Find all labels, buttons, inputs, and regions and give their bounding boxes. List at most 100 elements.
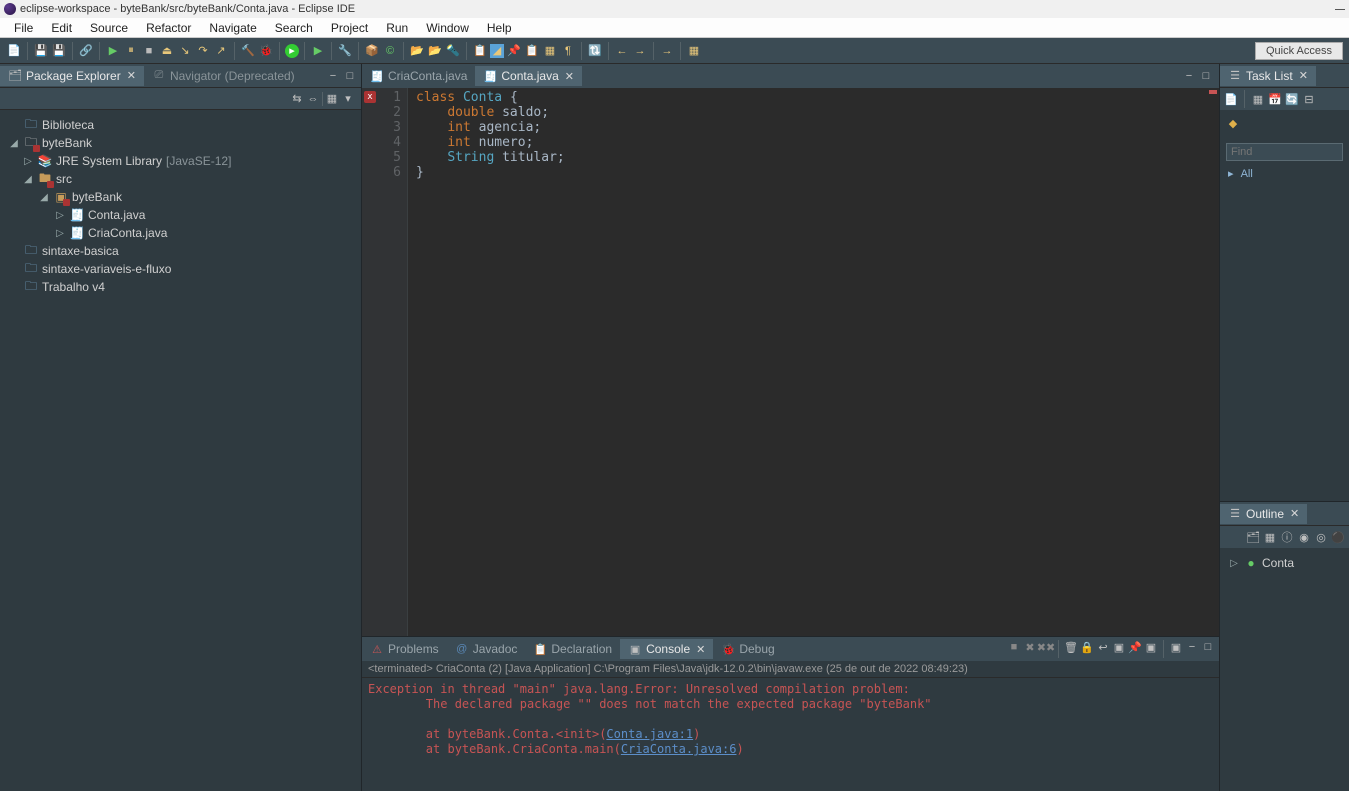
annotation-icon[interactable]: 📋: [472, 43, 488, 59]
new-class-icon[interactable]: ©: [382, 43, 398, 59]
save-icon[interactable]: 💾: [33, 43, 49, 59]
refresh-icon[interactable]: 🔃: [587, 43, 603, 59]
focus-icon[interactable]: ⚫: [1331, 530, 1345, 544]
toggle-breadcrumb-icon[interactable]: 🔗: [78, 43, 94, 59]
clear-console-icon[interactable]: 🗑: [1064, 640, 1078, 654]
stacktrace-link-criaconta[interactable]: CriaConta.java:6: [621, 742, 737, 756]
scroll-lock-icon[interactable]: 🔒: [1080, 640, 1094, 654]
menu-file[interactable]: File: [6, 20, 41, 36]
menu-project[interactable]: Project: [323, 20, 376, 36]
coverage-icon[interactable]: ▶: [310, 43, 326, 59]
tab-problems[interactable]: ⚠Problems: [362, 639, 447, 659]
tab-debug[interactable]: 🐞Debug: [713, 639, 782, 659]
close-icon[interactable]: ✕: [565, 70, 574, 83]
word-wrap-icon[interactable]: ↩: [1096, 640, 1110, 654]
task-icon[interactable]: 📋: [524, 43, 540, 59]
editor-tab-conta[interactable]: 🧾 Conta.java ✕: [475, 66, 582, 86]
maximize-icon[interactable]: □: [343, 69, 357, 83]
view-menu-icon[interactable]: ▾: [341, 92, 355, 106]
collapse-icon[interactable]: ⊟: [1302, 92, 1316, 106]
tree-item-biblioteca[interactable]: 🗀Biblioteca: [4, 116, 357, 134]
open-console-icon[interactable]: ▣: [1169, 640, 1183, 654]
step-into-icon[interactable]: ↘: [177, 43, 193, 59]
outline-item-conta[interactable]: ▷ ● Conta: [1224, 554, 1345, 572]
error-marker-icon[interactable]: x: [364, 91, 376, 103]
filter-icon[interactable]: ¶: [560, 43, 576, 59]
tab-package-explorer[interactable]: 🗂 Package Explorer ✕: [0, 66, 144, 86]
back-icon[interactable]: ←: [614, 43, 630, 59]
menu-run[interactable]: Run: [378, 20, 416, 36]
layout-icon[interactable]: ▦: [542, 43, 558, 59]
step-over-icon[interactable]: ↷: [195, 43, 211, 59]
debug-stop-icon[interactable]: ■: [141, 43, 157, 59]
tree-item-bytebank[interactable]: ◢🗀byteBank: [4, 134, 357, 152]
minimize-icon[interactable]: −: [326, 69, 340, 83]
code-content[interactable]: class Conta { double saldo; int agencia;…: [408, 88, 1209, 636]
menu-help[interactable]: Help: [479, 20, 520, 36]
tab-declaration[interactable]: 📋Declaration: [525, 639, 620, 659]
menu-source[interactable]: Source: [82, 20, 136, 36]
display-selected-icon[interactable]: ▣: [1144, 640, 1158, 654]
close-icon[interactable]: ✕: [1299, 69, 1308, 82]
categorize-icon[interactable]: ▦: [1251, 92, 1265, 106]
debug-disconnect-icon[interactable]: ⏏: [159, 43, 175, 59]
new-icon[interactable]: 📄: [6, 43, 22, 59]
sort-icon[interactable]: 🗂: [1246, 530, 1260, 544]
error-overview-icon[interactable]: [1209, 90, 1217, 94]
schedule-icon[interactable]: 📅: [1268, 92, 1282, 106]
tree-item-jre[interactable]: ▷📚JRE System Library [JavaSE-12]: [4, 152, 357, 170]
hide-static-icon[interactable]: ⓘ: [1280, 530, 1294, 544]
find-input[interactable]: [1231, 146, 1281, 158]
maximize-icon[interactable]: □: [1199, 69, 1213, 83]
task-working-set-icon[interactable]: ◆: [1226, 117, 1240, 131]
remove-launch-icon[interactable]: ✖: [1023, 640, 1037, 654]
nav-forward-icon[interactable]: →: [659, 43, 675, 59]
show-console-icon[interactable]: ▣: [1112, 640, 1126, 654]
tab-navigator[interactable]: ⎚ Navigator (Deprecated): [144, 66, 303, 86]
find-task-box[interactable]: [1226, 143, 1343, 161]
remove-all-icon[interactable]: ✖✖: [1039, 640, 1053, 654]
console-output[interactable]: Exception in thread "main" java.lang.Err…: [362, 678, 1219, 791]
search-icon[interactable]: 🔦: [445, 43, 461, 59]
open-task-icon[interactable]: 📂: [427, 43, 443, 59]
link-editor-icon[interactable]: ⇔: [306, 92, 320, 106]
minimize-icon[interactable]: −: [1185, 640, 1199, 654]
collapse-all-icon[interactable]: ⇆: [290, 92, 304, 106]
toggle-mark-icon[interactable]: ◢: [490, 44, 504, 58]
tree-item-pkg-bytebank[interactable]: ◢▣byteBank: [4, 188, 357, 206]
tab-console[interactable]: ▣Console✕: [620, 639, 713, 659]
build-icon[interactable]: 🔨: [240, 43, 256, 59]
run-icon[interactable]: ▸: [285, 44, 299, 58]
focus-task-icon[interactable]: ▦: [325, 92, 339, 106]
perspective-icon[interactable]: ▦: [686, 43, 702, 59]
step-return-icon[interactable]: ↗: [213, 43, 229, 59]
external-tools-icon[interactable]: 🔧: [337, 43, 353, 59]
pin-icon[interactable]: 📌: [506, 43, 522, 59]
new-task-icon[interactable]: 📄: [1224, 92, 1238, 106]
close-icon[interactable]: ✕: [696, 643, 705, 656]
synchronize-icon[interactable]: 🔄: [1285, 92, 1299, 106]
close-icon[interactable]: ✕: [127, 69, 136, 82]
tab-task-list[interactable]: ☰ Task List ✕: [1220, 66, 1316, 86]
quick-access-button[interactable]: Quick Access: [1255, 42, 1343, 60]
debug-icon[interactable]: 🐞: [258, 43, 274, 59]
tab-javadoc[interactable]: @Javadoc: [447, 639, 526, 659]
tree-item-criaconta[interactable]: ▷🧾CriaConta.java: [4, 224, 357, 242]
hide-fields-icon[interactable]: ▦: [1263, 530, 1277, 544]
debug-pause-icon[interactable]: ⏸: [123, 43, 139, 59]
maximize-icon[interactable]: □: [1201, 640, 1215, 654]
all-filter-link[interactable]: All: [1241, 168, 1253, 180]
open-type-icon[interactable]: 📂: [409, 43, 425, 59]
minimize-icon[interactable]: −: [1182, 69, 1196, 83]
tree-item-src[interactable]: ◢🖿src: [4, 170, 357, 188]
tab-outline[interactable]: ☰ Outline ✕: [1220, 504, 1307, 524]
menu-navigate[interactable]: Navigate: [201, 20, 264, 36]
menu-edit[interactable]: Edit: [43, 20, 80, 36]
tree-item-sintaxe-basica[interactable]: 🗀sintaxe-basica: [4, 242, 357, 260]
pin-console-icon[interactable]: 📌: [1128, 640, 1142, 654]
editor-tab-criaconta[interactable]: 🧾 CriaConta.java: [362, 66, 475, 86]
tree-item-sintaxe-var[interactable]: 🗀sintaxe-variaveis-e-fluxo: [4, 260, 357, 278]
tree-item-trabalho[interactable]: 🗀Trabalho v4: [4, 278, 357, 296]
close-icon[interactable]: ✕: [1290, 507, 1299, 520]
debug-resume-icon[interactable]: ▶: [105, 43, 121, 59]
